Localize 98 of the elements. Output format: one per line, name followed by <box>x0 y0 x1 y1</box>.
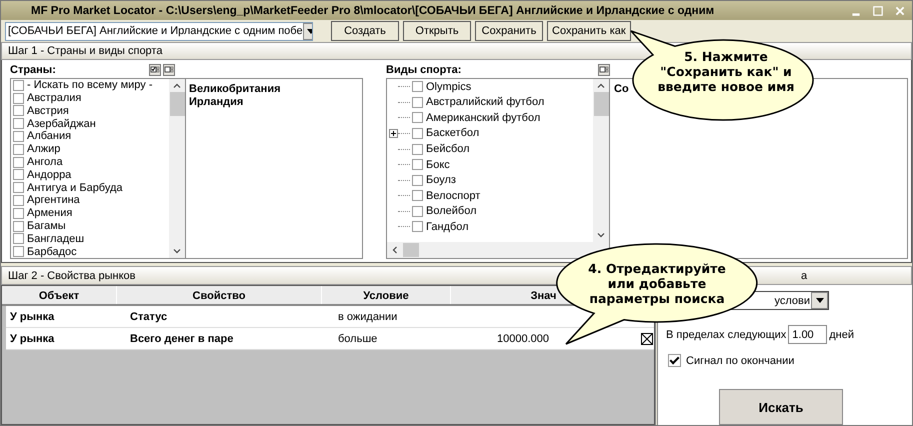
checkbox[interactable] <box>412 81 423 92</box>
checkbox[interactable] <box>668 354 681 367</box>
preset-dropdown[interactable]: [СОБАЧЬИ БЕГА] Английские и Ирландские с одним побе <box>5 22 313 41</box>
section-title: а <box>801 270 808 282</box>
toolbar-button[interactable]: Создать <box>331 21 399 42</box>
table-cell: больше <box>338 332 378 344</box>
horizontal-scrollbar[interactable] <box>387 242 609 258</box>
scroll-down-icon[interactable] <box>597 233 605 238</box>
days-input[interactable]: 1.00 <box>788 325 828 344</box>
scroll-up-icon[interactable] <box>597 82 605 88</box>
list-label: Страны: <box>10 64 56 76</box>
table-cell: в ожидании <box>338 310 398 322</box>
checkbox[interactable] <box>13 182 24 194</box>
scroll-left-icon[interactable] <box>392 246 397 254</box>
list-header: Со <box>614 82 629 95</box>
table-cell: У рынка <box>10 332 54 344</box>
section-title: Шаг 1 - Страны и виды спорта <box>8 45 162 58</box>
list-item[interactable]: Албания <box>27 130 72 142</box>
tree-item[interactable]: Австралийский футбол <box>426 96 544 108</box>
scrollbar[interactable] <box>169 78 185 258</box>
tree-item[interactable]: Гандбол <box>426 220 469 233</box>
close-icon[interactable] <box>894 4 906 17</box>
list-label: Виды спорта: <box>386 64 462 76</box>
checkbox[interactable] <box>412 159 423 170</box>
scrollbar-thumb[interactable] <box>594 92 608 116</box>
checkbox[interactable] <box>13 208 24 219</box>
checkbox[interactable] <box>412 174 423 186</box>
table-cell: Статус <box>130 310 168 322</box>
list-item[interactable]: Австралия <box>27 92 82 104</box>
list-item[interactable]: Барбадос <box>27 246 77 258</box>
checkbox[interactable] <box>13 220 24 232</box>
list-item[interactable]: Ангола <box>27 156 63 168</box>
checkbox[interactable] <box>13 144 24 155</box>
list-item[interactable]: Армения <box>27 207 72 220</box>
checkbox[interactable] <box>13 246 24 258</box>
toolbar-button[interactable]: Сохранить как <box>547 21 631 42</box>
checkbox[interactable] <box>412 206 423 217</box>
column-header[interactable]: Свойство <box>117 286 322 304</box>
checkbox[interactable] <box>13 80 24 91</box>
tree-item[interactable]: Боулз <box>426 174 456 186</box>
uncheck-all-icon[interactable] <box>598 64 610 76</box>
field-label: В пределах следующих <box>666 328 786 340</box>
uncheck-all-icon[interactable] <box>163 64 175 76</box>
scroll-down-icon[interactable] <box>173 249 181 254</box>
caret-icon <box>816 298 824 303</box>
checkbox[interactable] <box>13 194 24 206</box>
table-cell: 10000.000 <box>497 332 549 344</box>
checkbox[interactable] <box>412 128 423 139</box>
unit-label: дней <box>829 328 854 340</box>
checkbox[interactable] <box>412 96 423 108</box>
column-header[interactable]: Условие <box>322 286 451 304</box>
checkbox[interactable] <box>13 169 24 180</box>
checkbox[interactable] <box>412 144 423 155</box>
list-item[interactable]: Азербайджан <box>27 118 96 130</box>
scrollbar-thumb[interactable] <box>403 243 419 257</box>
tree-item[interactable]: Бокс <box>426 158 450 171</box>
remove-icon[interactable] <box>641 332 653 344</box>
expand-icon[interactable] <box>389 128 398 138</box>
list-item[interactable]: Бангладеш <box>27 232 84 245</box>
callout-text: 5. Нажмите "Сохранить как" и введите новое имя <box>656 49 796 94</box>
scroll-up-icon[interactable] <box>173 82 181 88</box>
list-item[interactable]: Австрия <box>27 104 69 117</box>
checkbox[interactable] <box>13 118 24 130</box>
table-cell: Всего денег в паре <box>130 332 234 344</box>
maximize-icon[interactable] <box>872 4 884 17</box>
checkbox[interactable] <box>412 221 423 232</box>
tree-item[interactable]: Волейбол <box>426 205 476 218</box>
list-item[interactable]: Багамы <box>27 220 66 232</box>
checkbox-label: Сигнал по окончании <box>686 354 794 366</box>
table-cell: У рынка <box>10 310 54 322</box>
checkbox[interactable] <box>412 112 423 124</box>
tree-item[interactable]: Баскетбол <box>426 127 480 140</box>
scrollbar[interactable] <box>593 78 609 242</box>
tree-item[interactable]: Бейсбол <box>426 143 470 156</box>
checkbox[interactable] <box>412 190 423 202</box>
checkbox[interactable] <box>13 92 24 104</box>
list-item[interactable]: - Искать по всему миру - <box>27 79 153 92</box>
checkbox[interactable] <box>13 233 24 244</box>
list-item[interactable]: Ирландия <box>189 96 362 109</box>
section-title: Шаг 2 - Свойства рынков <box>8 270 136 282</box>
window-title: MF Pro Market Locator - C:\Users\eng_p\MarketFeeder Pro 8\mlocator\[СОБАЧЬИ БЕГА] Английские и Ирландские с одним <box>31 4 716 17</box>
toolbar-button[interactable]: Открыть <box>403 21 471 42</box>
list-item[interactable]: Аргентина <box>27 194 80 206</box>
scrollbar-thumb[interactable] <box>170 92 184 116</box>
tree-item[interactable]: Американский футбол <box>426 112 540 124</box>
list-item[interactable]: Антигуа и Барбуда <box>27 182 123 194</box>
list-item[interactable]: Алжир <box>27 143 60 156</box>
list-item[interactable]: Великобритания <box>189 82 362 96</box>
search-button[interactable]: Искать <box>719 389 843 425</box>
tree-item[interactable]: Велоспорт <box>426 190 480 202</box>
check-all-icon[interactable] <box>149 64 161 76</box>
list-item[interactable]: Андорра <box>27 168 72 181</box>
checkbox[interactable] <box>13 156 24 168</box>
toolbar-button[interactable]: Сохранить <box>475 21 543 42</box>
checkbox[interactable] <box>13 130 24 142</box>
column-header[interactable]: Объект <box>2 286 117 304</box>
tree-item[interactable]: Olympics <box>426 80 472 93</box>
checkbox[interactable] <box>13 105 24 116</box>
